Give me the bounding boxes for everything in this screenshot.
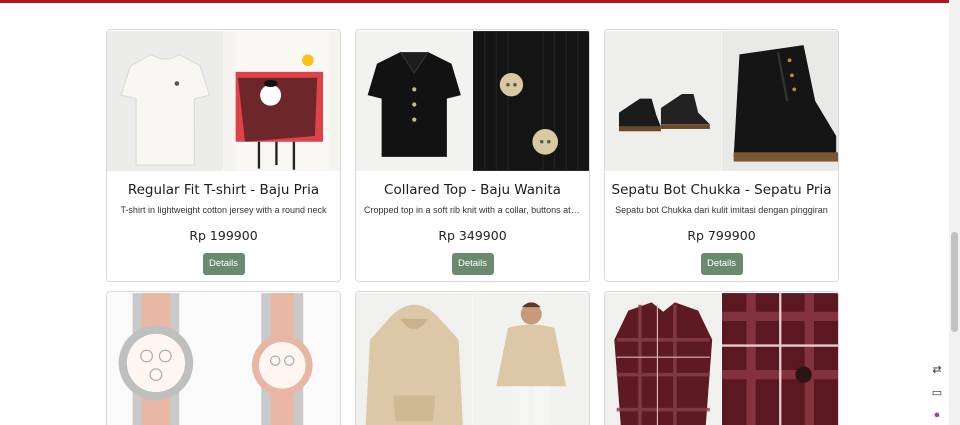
product-images[interactable] — [605, 30, 838, 172]
product-card[interactable] — [355, 291, 590, 425]
translate-icon[interactable]: ⇄ — [928, 360, 946, 378]
scrollbar-thumb[interactable] — [951, 232, 958, 332]
top-accent-bar — [0, 0, 949, 3]
book-icon[interactable]: ▭ — [928, 383, 946, 401]
product-card[interactable] — [106, 291, 341, 425]
details-button[interactable]: Details — [202, 253, 245, 275]
watch-rosegold-icon — [223, 292, 340, 425]
product-title: Collared Top - Baju Wanita — [384, 182, 561, 198]
chukka-boots-icon — [605, 30, 722, 172]
watch-silver-icon — [107, 292, 224, 425]
boot-closeup-icon — [721, 30, 838, 172]
product-images[interactable] — [605, 292, 838, 425]
product-images[interactable] — [356, 30, 589, 172]
product-description: Cropped top in a soft rib knit with a co… — [364, 205, 589, 215]
product-images[interactable] — [107, 292, 340, 425]
side-toolbar: ⇄ ▭ ● — [928, 360, 946, 425]
product-price: Rp 799900 — [687, 228, 756, 243]
product-title: Sepatu Bot Chukka - Sepatu Pria — [611, 182, 832, 198]
knit-buttons-icon — [472, 30, 589, 172]
product-images[interactable] — [356, 292, 589, 425]
collared-top-icon — [356, 30, 473, 172]
flannel-shirt-icon — [605, 292, 722, 425]
product-description: Sepatu bot Chukka dari kulit imitasi den… — [615, 205, 828, 215]
product-card[interactable]: Regular Fit T-shirt - Baju Pria T-shirt … — [106, 29, 341, 282]
product-card[interactable]: Collared Top - Baju Wanita Cropped top i… — [355, 29, 590, 282]
tshirt-white-icon — [107, 30, 224, 172]
product-price: Rp 199900 — [189, 228, 258, 243]
product-images[interactable] — [107, 30, 340, 172]
page-scrollbar[interactable] — [949, 0, 960, 425]
product-description: T-shirt in lightweight cotton jersey wit… — [120, 205, 327, 215]
details-button[interactable]: Details — [700, 253, 743, 275]
hoodie-model-icon — [472, 292, 589, 425]
product-card[interactable] — [604, 291, 839, 425]
flannel-closeup-icon — [721, 292, 838, 425]
product-price: Rp 349900 — [438, 228, 507, 243]
details-button[interactable]: Details — [451, 253, 494, 275]
hoodie-beige-icon — [356, 292, 473, 425]
product-title: Regular Fit T-shirt - Baju Pria — [127, 182, 320, 198]
brain-icon[interactable]: ● — [928, 406, 946, 424]
product-card[interactable]: Sepatu Bot Chukka - Sepatu Pria Sepatu b… — [604, 29, 839, 282]
tshirt-graphic-icon — [223, 30, 340, 172]
